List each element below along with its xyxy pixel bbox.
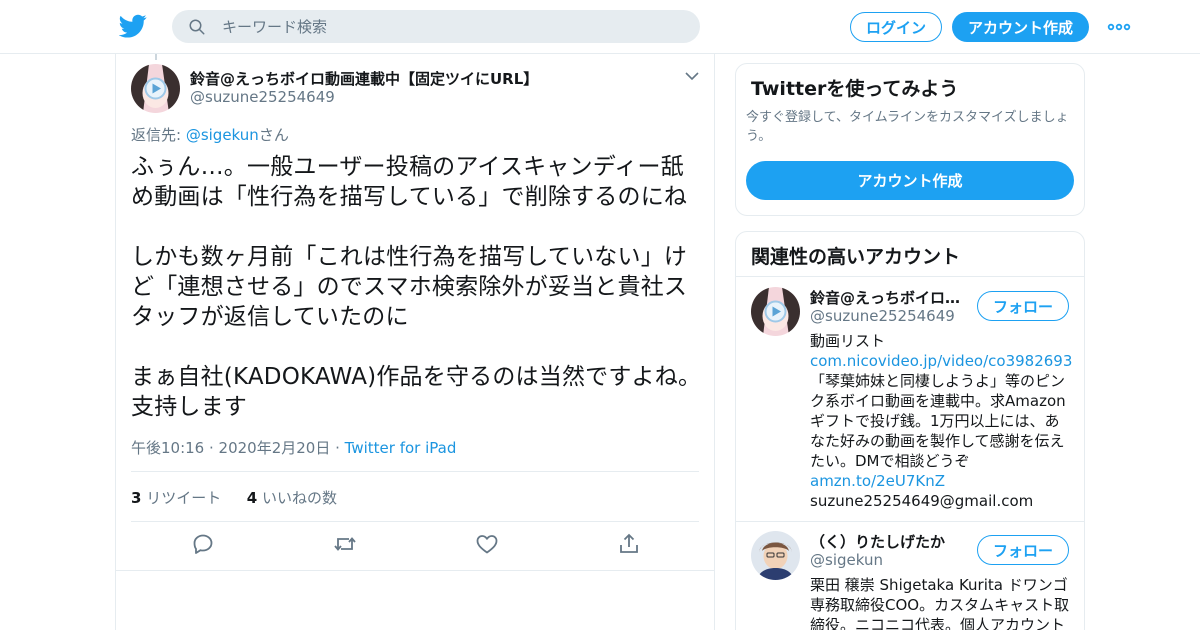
related-account-handle[interactable]: @sigekun <box>810 551 883 569</box>
avatar-image <box>751 531 800 580</box>
reply-to-line: 返信先: @sigekunさん <box>131 124 289 145</box>
avatar[interactable] <box>751 287 800 336</box>
retweet-icon[interactable] <box>333 532 357 556</box>
avatar[interactable] <box>751 531 800 580</box>
avatar[interactable] <box>131 64 180 113</box>
related-account-name[interactable]: （く）りたしげたか <box>810 531 970 552</box>
bio-text: 「琴葉姉妹と同棲しようよ」等のピンク系ボイロ動画を連載中。求Amazonギフトで… <box>810 372 1066 470</box>
search-icon <box>189 19 205 35</box>
twitter-bird-icon[interactable] <box>119 12 147 40</box>
chevron-down-icon[interactable] <box>684 70 700 82</box>
thread-connector-line <box>155 54 157 60</box>
related-account-item: （く）りたしげたか @sigekun フォロー 栗田 穣崇 Shigetaka … <box>736 521 1084 630</box>
like-stat[interactable]: 4 いいねの数 <box>247 489 337 507</box>
tweet-detail: 鈴音@えっちボイロ動画連載中【固定ツイにURL】 @suzune25254649… <box>115 54 715 630</box>
reply-icon[interactable] <box>191 532 215 556</box>
signup-card-subtitle: 今すぐ登録して、タイムラインをカスタマイズしましょう。 <box>746 110 1069 144</box>
retweet-stat[interactable]: 3 リツイート <box>131 489 221 507</box>
tweet-stats: 3 リツイート 4 いいねの数 <box>131 487 337 508</box>
signup-card-button[interactable]: アカウント作成 <box>746 161 1074 200</box>
related-account-bio: 動画リスト com.nicovideo.jp/video/co3982693 「琴葉… <box>810 331 1072 511</box>
divider <box>131 471 699 472</box>
like-count: 4 <box>246 489 258 507</box>
tweet-source[interactable]: Twitter for iPad <box>345 439 457 457</box>
signup-card: Twitterを使ってみよう 今すぐ登録して、タイムラインをカスタマイズしましょ… <box>735 63 1085 216</box>
retweet-label: リツイート <box>141 489 222 507</box>
bio-email: suzune25254649@gmail.com <box>810 492 1034 510</box>
related-account-name[interactable]: 鈴音@えっちボイロ動画連載中【固定ツイにURL】 <box>810 287 970 308</box>
related-accounts-title: 関連性の高いアカウント <box>751 246 961 268</box>
follow-button[interactable]: フォロー <box>977 291 1069 321</box>
tweet-text: ふぅん…。一般ユーザー投稿のアイスキャンディー舐め動画は「性行為を描写している」… <box>131 154 702 420</box>
signup-button[interactable]: アカウント作成 <box>952 12 1089 42</box>
tweet-meta: 午後10:16 · 2020年2月20日 · Twitter for iPad <box>131 437 456 458</box>
tweet-timestamp[interactable]: 午後10:16 · 2020年2月20日 <box>131 439 330 457</box>
more-icon[interactable] <box>1107 20 1131 34</box>
top-navigation-bar: ログイン アカウント作成 <box>0 0 1200 54</box>
bio-link[interactable]: com.nicovideo.jp/video/co3982693 <box>810 352 1072 370</box>
bio-text: 動画リスト <box>810 332 886 350</box>
divider <box>131 521 699 522</box>
related-accounts-card: 関連性の高いアカウント 鈴音@えっちボイロ動画連載中【固定ツイにURL】 @su… <box>735 231 1085 630</box>
tweet-author-name[interactable]: 鈴音@えっちボイロ動画連載中【固定ツイにURL】 <box>190 68 538 89</box>
reply-to-mention[interactable]: @sigekun <box>186 126 259 144</box>
meta-separator: · <box>330 439 345 457</box>
related-account-bio: 栗田 穣崇 Shigetaka Kurita ドワンゴ専務取締役COO。カスタム… <box>810 576 1070 630</box>
bio-link[interactable]: amzn.to/2eU7KnZ <box>810 472 945 490</box>
reply-to-prefix: 返信先: <box>131 126 186 144</box>
reply-to-suffix: さん <box>258 126 289 144</box>
divider <box>116 570 714 571</box>
avatar-image <box>751 287 800 336</box>
avatar-image <box>131 64 180 113</box>
related-account-handle[interactable]: @suzune25254649 <box>810 307 955 325</box>
like-label: いいねの数 <box>257 489 337 507</box>
search-bar <box>172 10 700 43</box>
follow-button[interactable]: フォロー <box>977 535 1069 565</box>
share-icon[interactable] <box>617 532 641 556</box>
login-button[interactable]: ログイン <box>850 12 942 42</box>
tweet-author-handle[interactable]: @suzune25254649 <box>190 88 335 106</box>
signup-card-title: Twitterを使ってみよう <box>751 78 959 100</box>
tweet-actions <box>116 532 714 572</box>
search-input[interactable] <box>222 10 682 43</box>
like-icon[interactable] <box>475 532 499 556</box>
related-account-item: 鈴音@えっちボイロ動画連載中【固定ツイにURL】 @suzune25254649… <box>736 277 1084 521</box>
retweet-count: 3 <box>131 489 142 507</box>
